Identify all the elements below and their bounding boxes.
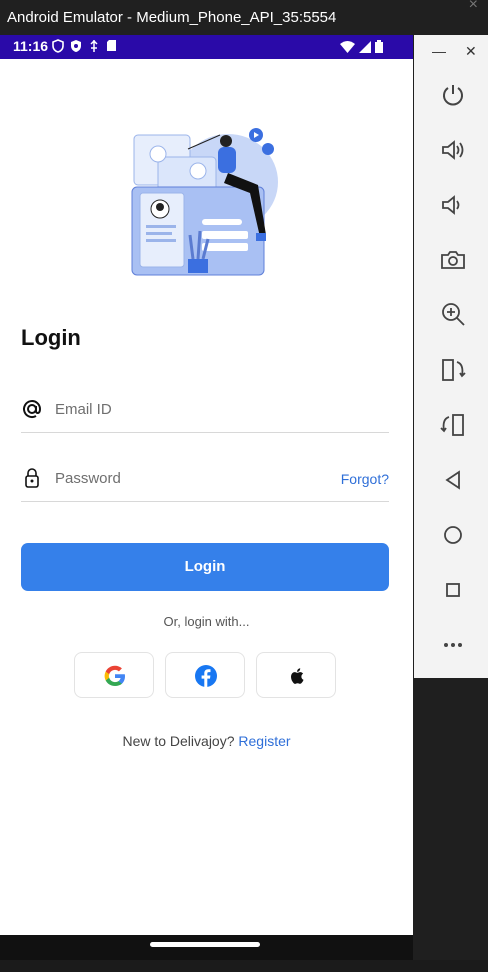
signal-icon [359, 40, 371, 53]
volume-up-icon[interactable] [439, 136, 467, 164]
camera-icon[interactable] [439, 246, 467, 274]
lock-icon [25, 468, 39, 488]
status-notification-icons [52, 39, 117, 53]
password-placeholder: Password [55, 470, 121, 487]
register-prompt: New to Delivajoy? Register [0, 733, 413, 749]
at-sign-icon [23, 400, 42, 419]
forgot-password-link[interactable]: Forgot? [341, 471, 389, 487]
facebook-icon [195, 665, 217, 687]
register-link[interactable]: Register [238, 733, 290, 749]
google-icon [104, 665, 125, 686]
play-protect-icon [71, 40, 81, 52]
emulator-window: Android Emulator - Medium_Phone_API_35:5… [0, 0, 488, 972]
minimize-icon[interactable]: — [432, 43, 446, 59]
status-bar: 11:16 [0, 35, 413, 59]
zoom-in-icon[interactable] [439, 300, 467, 328]
google-login-button[interactable] [74, 652, 154, 698]
status-system-icons [340, 40, 383, 53]
login-button[interactable]: Login [21, 543, 389, 591]
navigation-bar [0, 935, 413, 960]
email-placeholder: Email ID [55, 401, 112, 418]
status-time: 11:16 [13, 38, 49, 54]
more-icon[interactable] [439, 631, 467, 659]
titlebar-controls: × [413, 0, 488, 35]
home-icon[interactable] [439, 521, 467, 549]
phone-screen: 11:16 Login Email ID Password Forgot? Lo… [0, 35, 413, 960]
email-field[interactable]: Email ID [21, 388, 389, 433]
window-title: Android Emulator - Medium_Phone_API_35:5… [0, 0, 413, 35]
volume-down-icon[interactable] [439, 191, 467, 219]
power-icon[interactable] [439, 81, 467, 109]
apple-icon [291, 668, 304, 684]
back-icon[interactable] [439, 466, 467, 494]
panel-window-controls: — ✕ [414, 43, 488, 63]
shield-icon [52, 39, 64, 53]
wifi-icon [340, 40, 355, 53]
rotate-right-icon[interactable] [439, 411, 467, 439]
page-title: Login [21, 325, 81, 350]
rotate-left-icon[interactable] [439, 356, 467, 384]
battery-icon [375, 40, 383, 53]
facebook-login-button[interactable] [165, 652, 245, 698]
home-indicator[interactable] [150, 942, 260, 947]
emulator-side-panel: — ✕ [414, 35, 488, 678]
apple-login-button[interactable] [256, 652, 336, 698]
register-prefix: New to Delivajoy? [122, 733, 235, 749]
usb-debug-icon [90, 39, 98, 52]
social-login-caption: Or, login with... [163, 614, 250, 629]
password-field[interactable]: Password Forgot? [21, 457, 389, 502]
sd-card-icon [107, 40, 116, 51]
window-close-icon[interactable]: × [469, 0, 478, 14]
overview-icon[interactable] [439, 576, 467, 604]
taskbar-strip [0, 960, 488, 972]
close-icon[interactable]: ✕ [465, 43, 477, 60]
login-illustration [131, 128, 278, 276]
